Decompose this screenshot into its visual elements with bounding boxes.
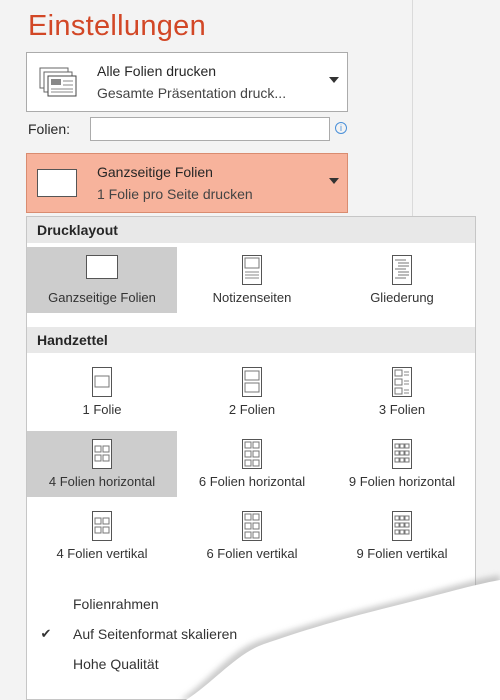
- outline-icon: [392, 255, 412, 285]
- slides-stack-icon: [39, 67, 77, 97]
- option-high-quality[interactable]: Hohe Qualität: [27, 650, 475, 678]
- checkmark-icon: ✔: [40, 626, 52, 641]
- handout-label: 6 Folien horizontal: [198, 474, 306, 489]
- print-range-subtitle: Gesamte Präsentation druck...: [97, 85, 287, 101]
- slides-label: Folien:: [28, 121, 71, 137]
- print-range-dropdown[interactable]: Alle Folien drucken Gesamte Präsentation…: [26, 52, 348, 112]
- handout-label: 9 Folien vertikal: [356, 546, 448, 561]
- handout-3-slides[interactable]: 3 Folien: [327, 359, 477, 425]
- print-layout-dropdown[interactable]: Ganzseitige Folien 1 Folie pro Seite dru…: [26, 153, 348, 213]
- handout-6-vertical[interactable]: 6 Folien vertikal: [177, 503, 327, 569]
- handout-1-icon: [92, 367, 112, 397]
- handout-label: 4 Folien vertikal: [56, 546, 148, 561]
- full-page-slide-icon: [86, 255, 118, 279]
- print-range-title: Alle Folien drucken: [97, 63, 217, 79]
- handout-label: 4 Folien horizontal: [48, 474, 156, 489]
- handout-label: 3 Folien: [378, 402, 426, 417]
- print-layout-subtitle: 1 Folie pro Seite drucken: [97, 186, 253, 202]
- slides-input[interactable]: [90, 117, 330, 141]
- handout-label: 1 Folie: [82, 402, 122, 417]
- handout-6-vertical-icon: [242, 511, 262, 541]
- handout-4-horizontal[interactable]: 4 Folien horizontal: [27, 431, 177, 497]
- option-scale-to-fit[interactable]: ✔ Auf Seitenformat skalieren: [27, 620, 475, 648]
- print-layout-title: Ganzseitige Folien: [97, 164, 213, 180]
- handout-6-horizontal[interactable]: 6 Folien horizontal: [177, 431, 327, 497]
- full-page-slide-icon: [37, 169, 77, 197]
- chevron-down-icon: [329, 77, 339, 83]
- info-icon[interactable]: i: [335, 122, 347, 134]
- section-header-handouts: Handzettel: [27, 327, 475, 353]
- layout-label: Notizenseiten: [212, 290, 292, 305]
- handout-4-horizontal-icon: [92, 439, 112, 469]
- notes-page-icon: [242, 255, 262, 285]
- option-frame-slides[interactable]: Folienrahmen: [27, 590, 475, 618]
- option-label: Hohe Qualität: [73, 656, 159, 672]
- handout-label: 9 Folien horizontal: [348, 474, 456, 489]
- option-label: Folienrahmen: [73, 596, 159, 612]
- handout-6-horizontal-icon: [242, 439, 262, 469]
- handout-3-icon: [392, 367, 412, 397]
- handout-9-horizontal[interactable]: 9 Folien horizontal: [327, 431, 477, 497]
- layout-label: Ganzseitige Folien: [48, 290, 156, 305]
- handout-2-icon: [242, 367, 262, 397]
- layout-label: Gliederung: [370, 290, 434, 305]
- layout-outline[interactable]: Gliederung: [327, 247, 477, 313]
- handout-9-vertical[interactable]: 9 Folien vertikal: [327, 503, 477, 569]
- layout-notes-pages[interactable]: Notizenseiten: [177, 247, 327, 313]
- handout-9-vertical-icon: [392, 511, 412, 541]
- handout-1-slide[interactable]: 1 Folie: [27, 359, 177, 425]
- handout-9-horizontal-icon: [392, 439, 412, 469]
- layout-full-page-slides[interactable]: Ganzseitige Folien: [27, 247, 177, 313]
- settings-title: Einstellungen: [28, 10, 207, 42]
- handout-4-vertical-icon: [92, 511, 112, 541]
- chevron-down-icon: [329, 178, 339, 184]
- handout-label: 2 Folien: [228, 402, 276, 417]
- section-header-print-layout: Drucklayout: [27, 217, 475, 243]
- option-label: Auf Seitenformat skalieren: [73, 626, 238, 642]
- handout-2-slides[interactable]: 2 Folien: [177, 359, 327, 425]
- layout-menu: Drucklayout Ganzseitige Folien Notizense…: [26, 216, 476, 700]
- handout-label: 6 Folien vertikal: [206, 546, 298, 561]
- handout-4-vertical[interactable]: 4 Folien vertikal: [27, 503, 177, 569]
